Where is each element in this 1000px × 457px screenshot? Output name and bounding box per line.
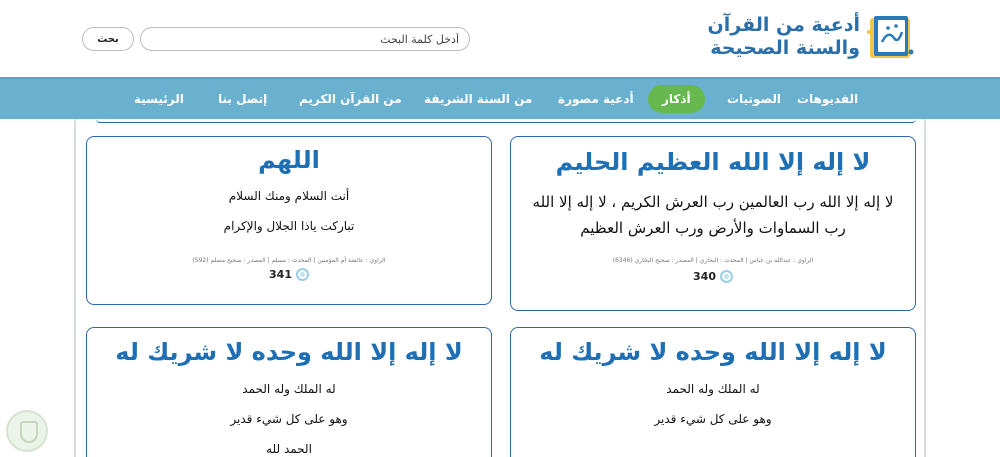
card-title: لا إله إلا الله وحده لا شريك له: [539, 338, 887, 366]
dhikr-card[interactable]: لا إله إلا الله وحده لا شريك له له الملك…: [510, 327, 916, 457]
card-share-count[interactable]: 340: [511, 270, 915, 283]
card-text-line: وهو على كل شيء قدير: [230, 412, 348, 426]
card-text-line: تباركت ياذا الجلال والإكرام: [223, 219, 355, 233]
card-source: الراوي : عبدالله بن عباس | المحدث : البخ…: [612, 257, 814, 264]
dhikr-card[interactable]: لا إله إلا الله وحده لا شريك له له الملك…: [86, 327, 492, 457]
card-title: لا إله إلا الله العظيم الحليم: [555, 148, 871, 176]
card-source: الراوي : عائشة أم المؤمنين | المحدث : مس…: [192, 257, 386, 264]
site-logo-text[interactable]: أدعية من القرآن والسنة الصحيحة: [707, 14, 860, 60]
previous-card-edge: [96, 119, 916, 123]
site-header: أدعية من القرآن والسنة الصحيحة بحث: [0, 0, 1000, 77]
dua-book-logo-icon[interactable]: [864, 12, 916, 64]
dhikr-card[interactable]: لا إله إلا الله العظيم الحليم لا إله إلا…: [510, 136, 916, 311]
nav-item-contact[interactable]: إتصل بنا: [218, 79, 267, 119]
share-count-value: 341: [269, 268, 292, 281]
card-text-line: وهو على كل شيء قدير: [654, 412, 772, 426]
card-title: اللهم: [258, 146, 320, 174]
card-text-line: لا إله إلا الله رب العالمين رب العرش الك…: [532, 193, 894, 211]
card-text-line: له الملك وله الحمد: [666, 382, 760, 396]
nav-item-sunnah[interactable]: من السنة الشريفة: [424, 79, 532, 119]
logo-title-line1: أدعية من القرآن: [707, 14, 860, 36]
share-count-value: 340: [693, 270, 716, 283]
shield-watermark-icon: [6, 410, 48, 452]
dhikr-card[interactable]: اللهم أنت السلام ومنك السلام تباركت ياذا…: [86, 136, 492, 305]
column-divider: [924, 119, 926, 457]
card-title: لا إله إلا الله وحده لا شريك له: [115, 338, 463, 366]
nav-item-adhkar[interactable]: أذكار: [648, 85, 705, 113]
nav-item-home[interactable]: الرئيسية: [134, 79, 184, 119]
nav-item-audio[interactable]: الصوتيات: [727, 79, 781, 119]
card-text-line: أنت السلام ومنك السلام: [228, 189, 350, 203]
card-text-line: رب السماوات والأرض ورب العرش العظيم: [580, 219, 846, 237]
main-nav: الفديوهات الصوتيات أذكار أدعية مصورة من …: [0, 77, 1000, 119]
share-count-icon: [719, 270, 733, 283]
card-text-line: له الملك وله الحمد: [242, 382, 336, 396]
nav-item-quran[interactable]: من القرآن الكريم: [299, 79, 402, 119]
column-divider: [74, 119, 76, 457]
card-share-count[interactable]: 341: [87, 268, 491, 281]
search-input[interactable]: [140, 27, 470, 51]
card-text-line: الحمد لله: [266, 442, 312, 456]
search-button[interactable]: بحث: [82, 27, 134, 51]
logo-title-line2: والسنة الصحيحة: [710, 37, 860, 59]
nav-item-illustrated-duas[interactable]: أدعية مصورة: [558, 79, 634, 119]
nav-item-videos[interactable]: الفديوهات: [797, 79, 858, 119]
share-count-icon: [295, 268, 309, 281]
